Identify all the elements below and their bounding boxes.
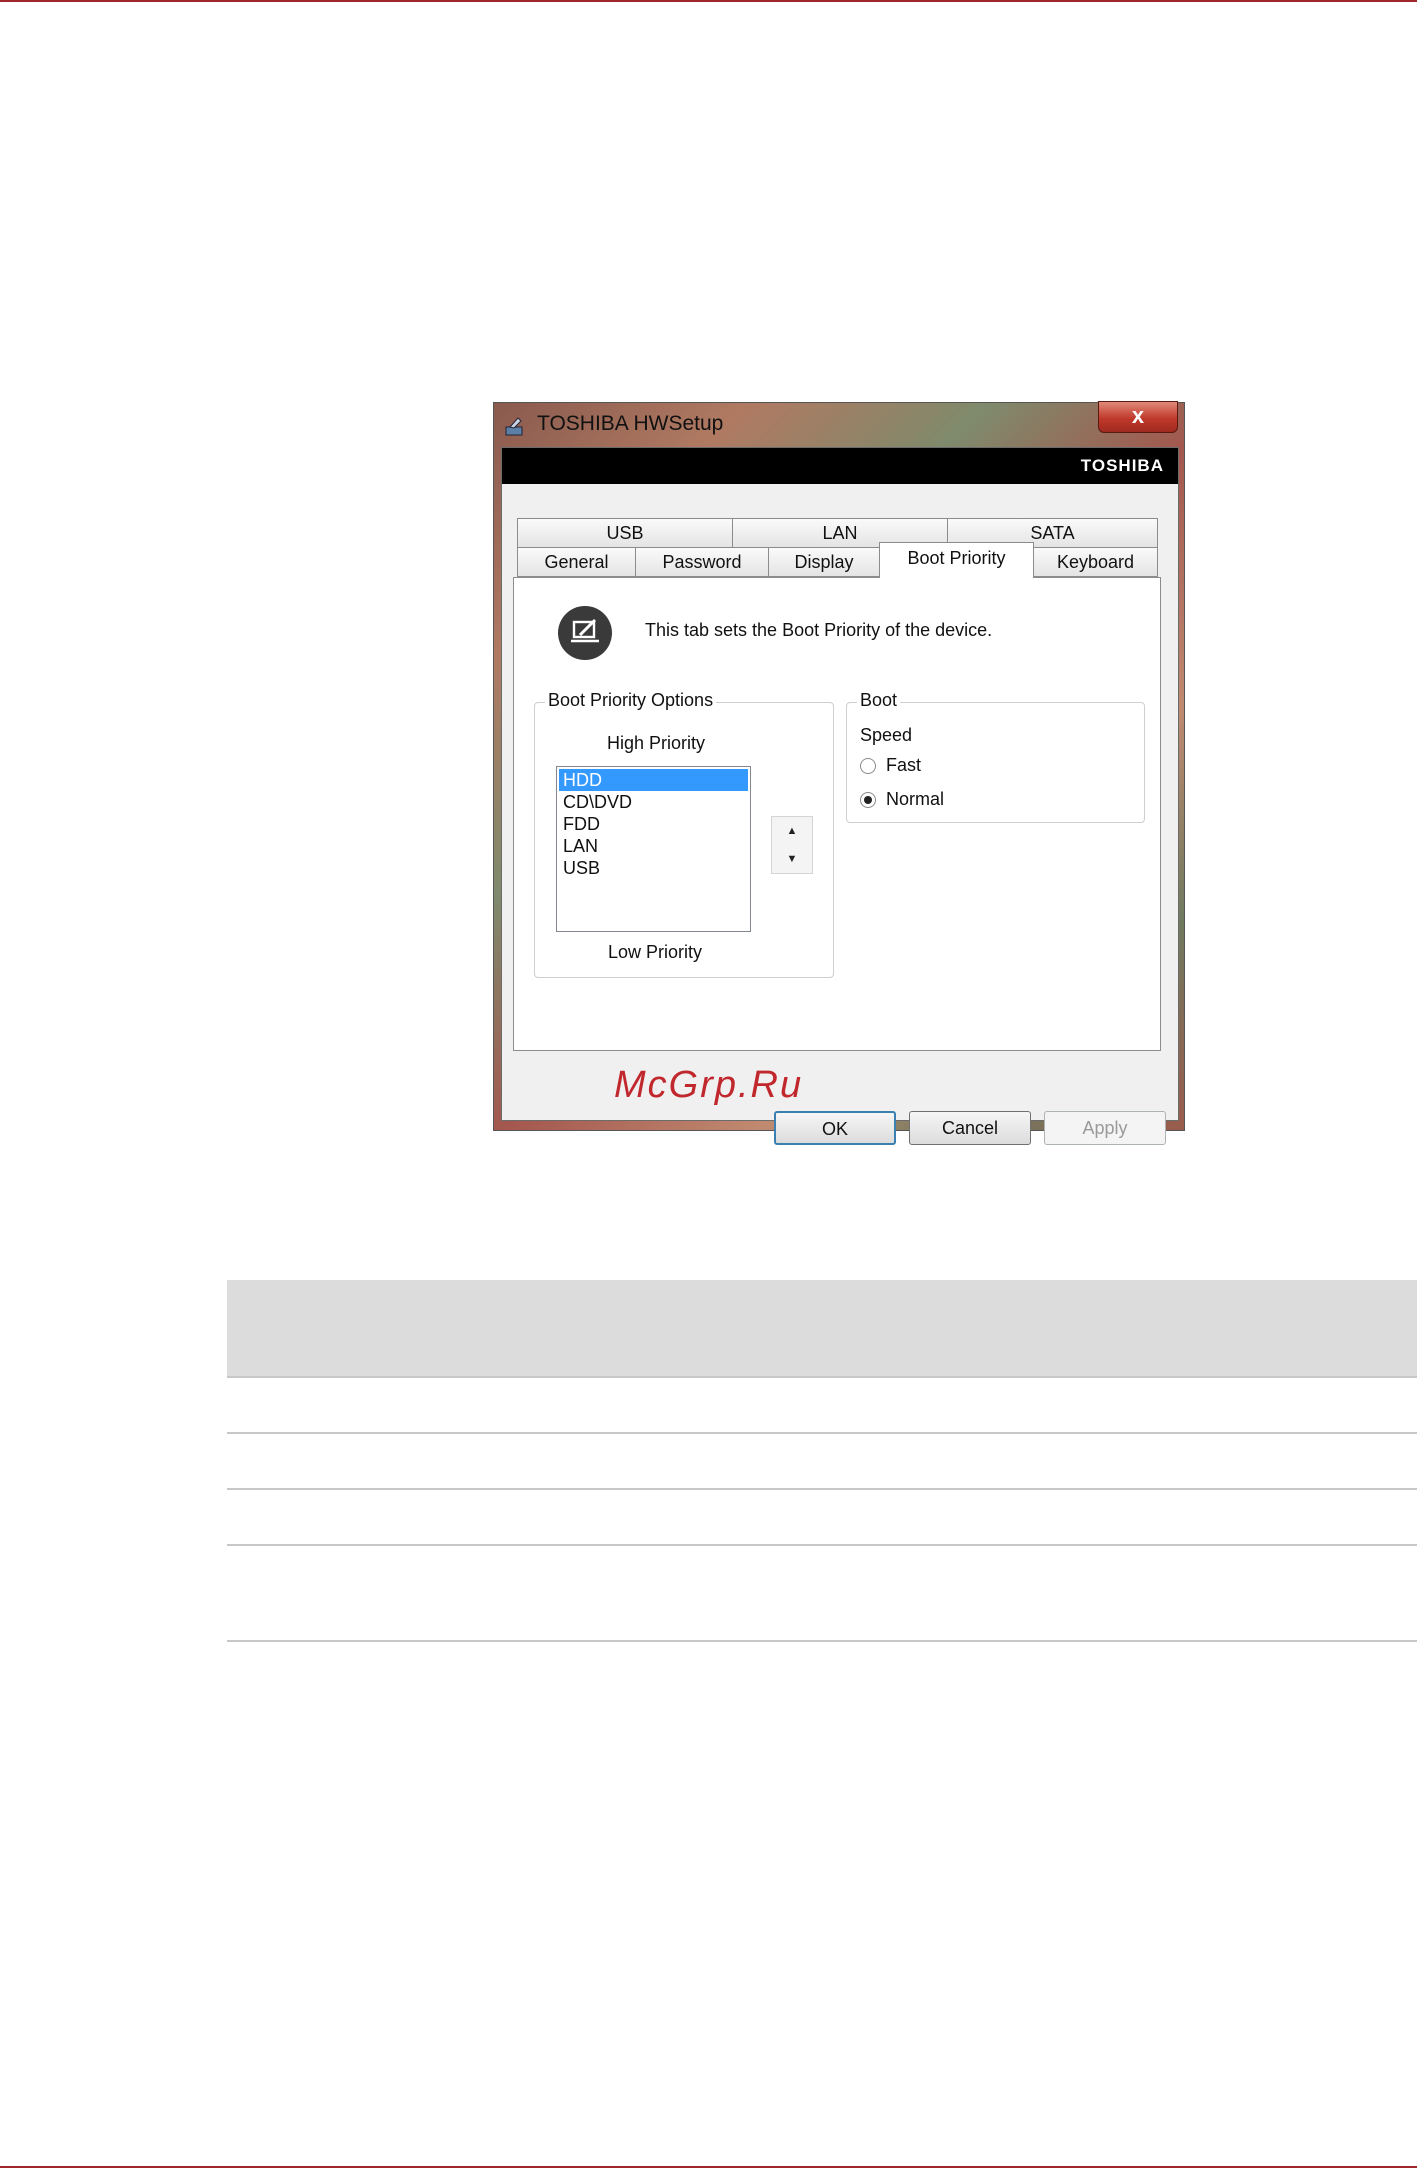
list-item[interactable]: FDD — [559, 813, 748, 835]
tab-password[interactable]: Password — [635, 547, 769, 577]
tab-keyboard[interactable]: Keyboard — [1033, 547, 1158, 577]
list-item[interactable]: HDD — [559, 769, 748, 791]
high-priority-label: High Priority — [607, 733, 706, 753]
brand-bar: TOSHIBA — [502, 448, 1178, 484]
page-bottom-rule — [0, 2166, 1417, 2168]
settings-pen-icon — [558, 606, 612, 660]
tab-display[interactable]: Display — [768, 547, 880, 577]
window-title: TOSHIBA HWSetup — [537, 412, 724, 435]
info-text: This tab sets the Boot Priority of the d… — [645, 620, 993, 640]
radio-normal-label: Normal — [886, 789, 945, 809]
boot-priority-options-group: Boot Priority Options High Priority HDD … — [534, 690, 834, 978]
app-icon — [505, 417, 523, 436]
list-item[interactable]: CD\DVD — [559, 791, 748, 813]
arrow-up-icon: ▲ — [786, 825, 798, 837]
priority-up-down-control: ▲ ▼ — [771, 816, 813, 874]
apply-button[interactable]: Apply — [1044, 1111, 1166, 1145]
table-header — [227, 1280, 1417, 1376]
client-area: TOSHIBA USB LAN SATA General Password Di… — [501, 447, 1179, 1145]
list-item[interactable]: USB — [559, 857, 748, 879]
speed-label: Speed — [860, 725, 913, 745]
hwsetup-window: TOSHIBA HWSetup x TOSHIBA USB LAN SATA G… — [494, 401, 1184, 1145]
list-item[interactable]: LAN — [559, 835, 748, 857]
tab-boot-priority[interactable]: Boot Priority — [879, 542, 1034, 578]
brand-logo: TOSHIBA — [1080, 456, 1164, 475]
page-top-rule — [0, 0, 1417, 2]
close-icon: x — [1131, 403, 1145, 428]
title-bar[interactable]: TOSHIBA HWSetup x — [494, 401, 1184, 447]
boot-group-title: Boot — [857, 690, 901, 711]
cancel-button[interactable]: Cancel — [909, 1111, 1031, 1145]
move-up-button[interactable]: ▲ — [772, 817, 812, 845]
boot-speed-group: Boot Speed Fast Normal — [846, 690, 1145, 823]
tab-panel: This tab sets the Boot Priority of the d… — [513, 577, 1161, 1051]
radio-fast-label: Fast — [886, 755, 922, 775]
radio-checked-dot — [864, 796, 872, 804]
close-button[interactable]: x — [1098, 401, 1178, 433]
table-row-divider — [227, 1376, 1417, 1378]
move-down-button[interactable]: ▼ — [772, 845, 812, 873]
table-row-divider — [227, 1544, 1417, 1546]
boot-priority-options-title: Boot Priority Options — [545, 690, 717, 711]
table-row-divider — [227, 1640, 1417, 1642]
low-priority-label: Low Priority — [608, 942, 703, 962]
watermark: McGrp.Ru — [614, 1064, 804, 1106]
arrow-down-icon: ▼ — [786, 853, 798, 865]
radio-button[interactable] — [860, 792, 876, 808]
tab-usb[interactable]: USB — [517, 518, 733, 548]
tab-general[interactable]: General — [517, 547, 636, 577]
radio-button[interactable] — [860, 758, 876, 774]
boot-order-listbox[interactable]: HDD CD\DVD FDD LAN USB — [556, 766, 751, 932]
table-row-divider — [227, 1432, 1417, 1434]
radio-fast[interactable]: Fast — [860, 755, 980, 777]
ok-button[interactable]: OK — [774, 1111, 896, 1145]
radio-normal[interactable]: Normal — [860, 789, 980, 811]
table-row-divider — [227, 1488, 1417, 1490]
